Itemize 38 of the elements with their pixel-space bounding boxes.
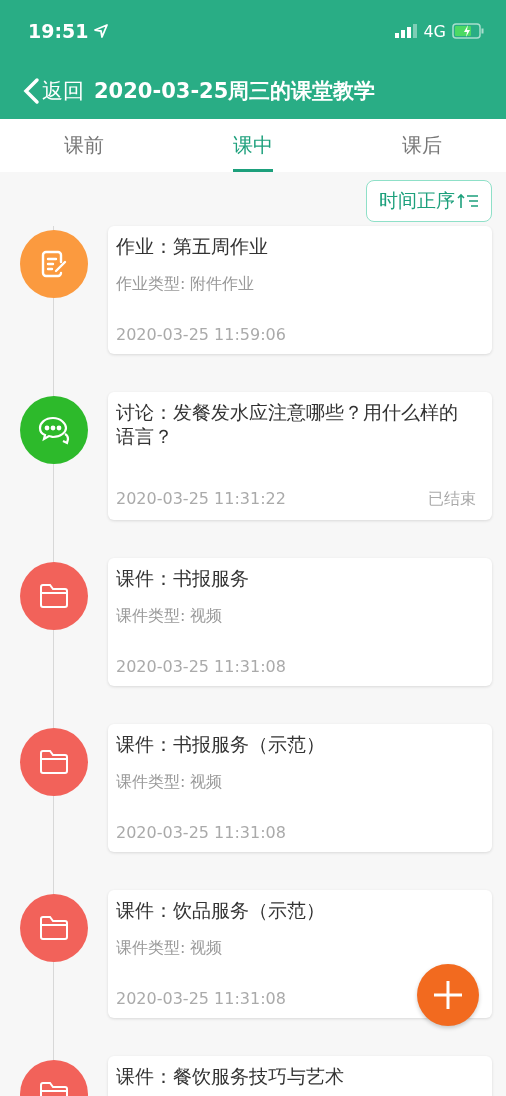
tab[interactable]: 课后	[337, 119, 506, 172]
activity-title: 课件：书报服务	[116, 566, 250, 590]
activity-title: 课件：饮品服务（示范）	[116, 898, 326, 922]
activity-title: 讨论：发餐发水应注意哪些？用什么样的语言？	[116, 400, 459, 448]
activity-time: 2020-03-25 11:31:08	[116, 657, 286, 676]
activity-time: 2020-03-25 11:31:08	[116, 989, 286, 1008]
location-icon	[94, 24, 109, 38]
edit-icon	[39, 249, 69, 279]
activity-time: 2020-03-25 11:31:08	[116, 823, 286, 842]
activity-title: 课件：餐饮服务技巧与艺术	[116, 1064, 345, 1088]
activity-time: 2020-03-25 11:59:06	[116, 325, 286, 344]
activity-type: 课件类型: 视频	[116, 938, 224, 959]
signal-icon	[395, 24, 418, 38]
activity-card[interactable]: 课件：餐饮服务技巧与艺术	[108, 1056, 492, 1096]
plus-icon	[433, 980, 463, 1010]
status-time: 19:51	[28, 20, 89, 42]
folder-icon	[38, 748, 70, 776]
sort-icon	[457, 192, 479, 210]
battery-icon	[452, 23, 484, 39]
activity-type: 作业类型: 附件作业	[116, 274, 256, 295]
network-label: 4G	[423, 21, 446, 41]
activity-card[interactable]: 作业：第五周作业 作业类型: 附件作业 2020-03-25 11:59:06	[108, 226, 492, 354]
chat-icon	[37, 415, 71, 445]
tab[interactable]: 课前	[0, 119, 169, 172]
activity-card[interactable]: 讨论：发餐发水应注意哪些？用什么样的语言？ 2020-03-25 11:31:22 已结束	[108, 392, 492, 520]
chevron-left-icon	[22, 76, 40, 105]
activity-card[interactable]: 课件：饮品服务（示范） 课件类型: 视频 2020-03-25 11:31:08	[108, 890, 492, 1018]
activity-type: 课件类型: 视频	[116, 772, 224, 793]
activity-card[interactable]: 课件：书报服务 课件类型: 视频 2020-03-25 11:31:08	[108, 558, 492, 686]
activity-status: 已结束	[428, 489, 476, 510]
activity-title: 课件：书报服务（示范）	[116, 732, 326, 756]
folder-icon	[38, 914, 70, 942]
activity-type: 课件类型: 视频	[116, 606, 224, 627]
activity-time: 2020-03-25 11:31:22	[116, 489, 286, 510]
page-title: 2020-03-25周三的课堂教学	[94, 77, 376, 105]
folder-icon	[38, 582, 70, 610]
activity-card[interactable]: 课件：书报服务（示范） 课件类型: 视频 2020-03-25 11:31:08	[108, 724, 492, 852]
activity-title: 作业：第五周作业	[116, 234, 269, 258]
